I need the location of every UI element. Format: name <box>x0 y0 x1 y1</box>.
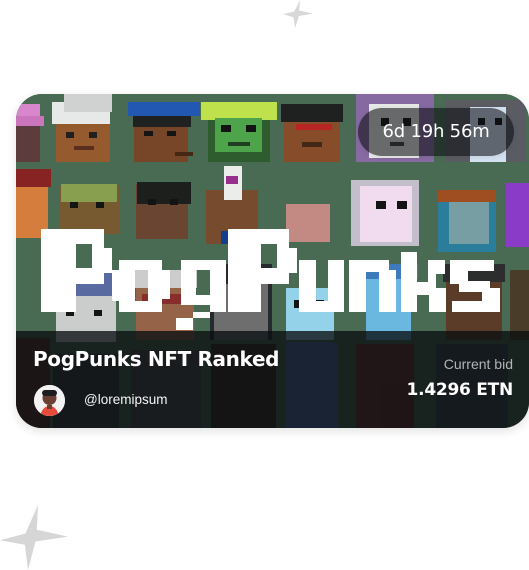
punk-avatar-12 <box>286 204 330 242</box>
sparkle-icon <box>0 505 68 570</box>
sparkle-icon <box>283 0 313 28</box>
owner-avatar[interactable] <box>34 385 65 416</box>
current-bid-value: 1.4296 ETN <box>406 380 514 400</box>
punk-avatar-4 <box>201 102 277 162</box>
punk-avatar-2 <box>52 94 112 162</box>
punk-avatar-10 <box>136 182 191 239</box>
punk-avatar-8 <box>16 169 51 238</box>
owner-handle[interactable]: @loremipsum <box>84 391 167 409</box>
nft-info-bar: PogPunks NFT Ranked @loremipsum Current … <box>16 331 529 428</box>
punk-avatar-9 <box>59 184 119 234</box>
auction-timer: 6d 19h 56m <box>358 108 514 156</box>
punk-avatar-1 <box>16 104 44 162</box>
nft-promo-page: PogPunks NFT Ranked @loremipsum Current … <box>0 0 529 570</box>
current-bid-label: Current bid <box>443 356 513 372</box>
punk-avatar-15 <box>506 183 529 247</box>
punk-avatar-13 <box>351 180 419 246</box>
punk-avatar-14 <box>438 190 496 252</box>
punk-avatar-22 <box>510 270 529 340</box>
user-avatar-icon <box>34 385 65 416</box>
punk-avatar-5 <box>281 104 343 162</box>
nft-title[interactable]: PogPunks NFT Ranked <box>33 346 280 372</box>
